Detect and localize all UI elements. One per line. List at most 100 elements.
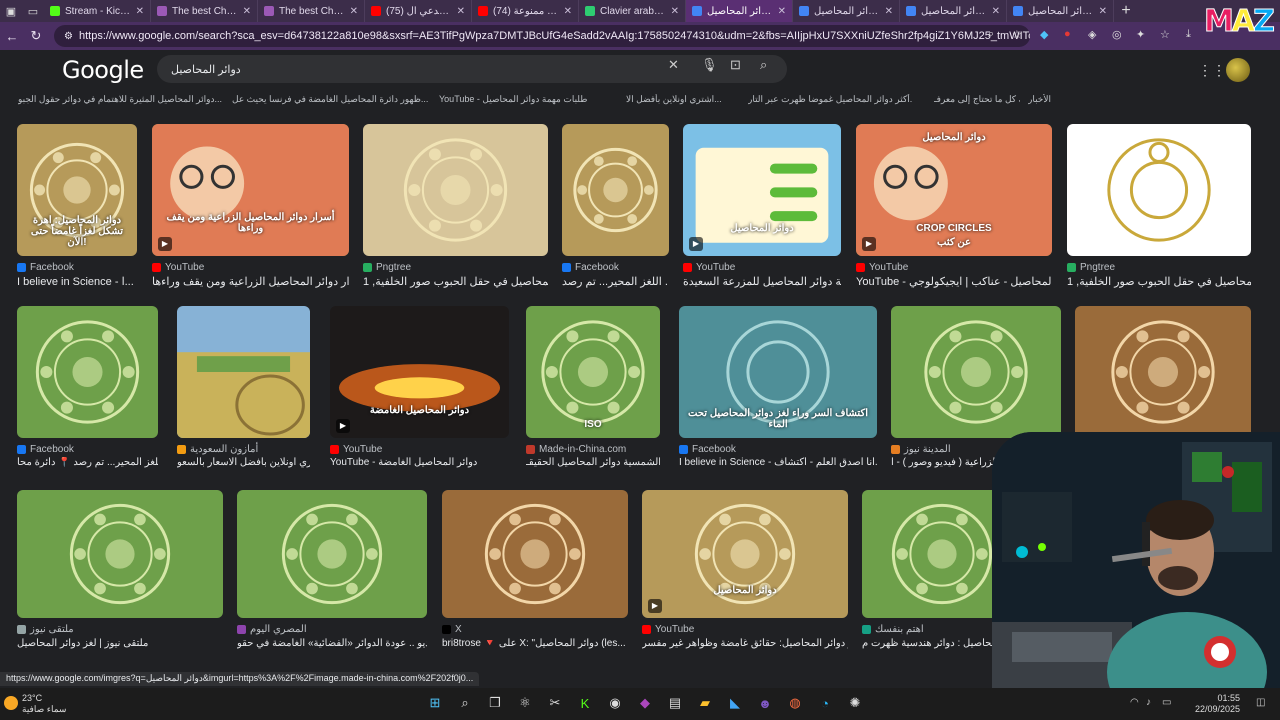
app-icon[interactable]: ◣ [724,692,746,714]
notes-icon[interactable]: ▤ [664,692,686,714]
browser-tab[interactable]: The best ChatBot ✕ [258,0,365,22]
search-input[interactable]: دوائر المحاصيل [157,55,787,83]
search-lens-icon[interactable]: ⌕ [988,28,994,41]
result-source[interactable]: YouTube [642,624,694,635]
result-caption[interactable]: I believe in Science - ا... [17,275,137,288]
image-result-card[interactable]: أمازون السعودية اشتري اونلاين بأفضل الاسع… [177,306,310,471]
app-icon[interactable]: ◆ [634,692,656,714]
result-source[interactable]: YouTube [152,262,204,273]
result-caption[interactable]: I believe in Science - أنا أصدق العلم - … [679,457,877,468]
task-view-icon[interactable]: ❐ [484,692,506,714]
kick-icon[interactable]: K [574,692,596,714]
result-source[interactable]: Pngtree [363,262,411,273]
image-result-card[interactable]: ISO Made-in-China.com مدفوعة بالطاقة الشمس… [526,306,660,471]
image-result-card[interactable]: دوائر المحاصيل الغامضة ▶ YouTube YouTube - … [330,306,509,471]
result-thumbnail[interactable] [442,490,628,618]
lens-icon[interactable]: ⊡ [730,57,741,73]
bookmarks-icon[interactable]: ☆ [1160,28,1170,41]
clear-icon[interactable]: ✕ [668,57,679,73]
image-result-card[interactable]: Pngtree دوائر المحاصيل في حقل الحبوب صور … [1067,124,1251,289]
image-result-card[interactable]: Facebook اللغز المحير... تم رصد 📍 دائرة م… [17,306,158,471]
browser-tab[interactable]: دوائر المحاصيل - h ✕ [793,0,900,22]
extension-icon[interactable]: ● [1064,28,1071,40]
image-result-card[interactable]: دوائر المحاصيل: اهرة تشكل لغزاً غامضاً ح… [17,124,137,289]
windows-start-icon[interactable]: ⊞ [424,692,446,714]
result-caption[interactable]: YouTube - دوائر المحاصيل الغامضة [330,457,509,468]
result-caption[interactable]: YouTube - طلبات مهمة دوائر المحاصيل [439,94,614,105]
result-source[interactable]: أمازون السعودية [177,444,258,455]
result-caption[interactable]: bri8trose 🔻 على X: "دوائر المحاصيل (les.… [442,638,628,649]
chatgpt-icon[interactable]: ✺ [844,692,866,714]
close-tab-icon[interactable]: ✕ [1099,6,1107,17]
close-tab-icon[interactable]: ✕ [457,6,465,17]
new-tab-button[interactable]: + [1114,2,1138,20]
obs-icon[interactable]: ◉ [604,692,626,714]
result-source[interactable]: المدينة نيوز [891,444,951,455]
image-result-card[interactable]: أسرار دوائر المحاصيل الزراعية ومن يقف ور… [152,124,349,289]
result-source[interactable]: Facebook [17,444,74,455]
address-bar[interactable]: ⚙ https://www.google.com/search?sca_esv=… [54,25,1030,47]
result-caption[interactable]: اشتري اونلاين بأفضل الا... [626,94,736,105]
result-source[interactable]: Pngtree [1067,262,1115,273]
result-caption[interactable]: ظهور دائرة المحاصيل الغامضة في فرنسا يحي… [232,94,430,105]
result-caption[interactable]: اللغز المحير... تم رصد 📍 دائرة محا... [17,457,158,468]
clock[interactable]: 01:55 22/09/2025 [1195,693,1240,715]
browser-tab[interactable]: دوائر المحاصيل - h ✕ [900,0,1007,22]
extension-icon[interactable]: ◆ [1040,28,1048,41]
extension-icon[interactable]: ◈ [1088,28,1096,41]
folder-icon[interactable]: ▰ [694,692,716,714]
result-caption[interactable]: اللغز المحير... تم رصد ... [562,275,669,288]
close-tab-icon[interactable]: ✕ [564,6,572,17]
result-thumbnail[interactable]: دوائر المحاصيل الغامضة ▶ [330,306,509,438]
result-caption[interactable]: ملتقى نيوز | لغز دوائر المحاصيل [17,638,223,649]
notifications-icon[interactable]: ◫ [1256,697,1265,708]
result-thumbnail[interactable]: دوائر المحاصيل: اهرة تشكل لغزاً غامضاً ح… [17,124,137,256]
result-source[interactable]: Made-in-China.com [526,444,626,455]
result-thumbnail[interactable] [237,490,427,618]
result-source[interactable]: YouTube [856,262,908,273]
edge-icon[interactable]: ◔ [814,692,836,714]
bookmark-star-icon[interactable]: ☆ [1012,28,1022,41]
result-thumbnail[interactable] [17,490,223,618]
microphone-icon[interactable]: 🎙 [701,57,718,73]
image-result-card[interactable]: CROP CIRCLES دوائر المحاصيل عن كثب ▶ YouTube… [856,124,1052,289]
result-caption[interactable]: بالفيديو .. عودة الدوائر «الفضائية» الغا… [237,638,427,649]
volume-icon[interactable]: ♪ [1146,697,1151,708]
result-caption[interactable]: مدفوعة بالطاقة الشمسية دوائر المحاصيل ال… [526,457,660,468]
result-thumbnail[interactable] [562,124,669,256]
result-source[interactable]: Facebook [562,262,619,273]
result-thumbnail[interactable] [891,306,1061,438]
image-result-card[interactable]: دوائر المحاصيل ▶ YouTube مهمة دوائر المحاصي… [683,124,841,289]
weather-widget[interactable]: 23°C سماء صافية [22,693,66,715]
result-source[interactable]: X [442,624,462,635]
result-caption[interactable]: ألغاز دوائر المحاصيل: حقائق غامضة وظواهر… [642,638,848,649]
result-source[interactable]: ملتقى نيوز [17,624,74,635]
browser-tab[interactable]: دوائر المحاصيل - h ✕ [1007,0,1114,22]
image-result-card[interactable]: Pngtree دوائر المحاصيل في حقل الحبوب صور … [363,124,548,289]
result-caption[interactable]: الأخبار [1028,94,1108,105]
result-caption[interactable]: إليك كل ما تحتاج إلى معرفـ... [934,94,1020,105]
result-thumbnail[interactable] [1067,124,1251,256]
result-caption[interactable]: أسرار دوائر المحاصيل الزراعية ومن يقف ور… [152,275,349,288]
image-result-card[interactable]: المصري اليوم بالفيديو .. عودة الدوائر «ال… [237,490,427,652]
close-tab-icon[interactable]: ✕ [885,6,893,17]
result-thumbnail[interactable]: اكتشاف السر وراء لغز دوائر المحاصيل تحت … [679,306,877,438]
capcut-icon[interactable]: ✂ [544,692,566,714]
wifi-icon[interactable]: ◠ [1130,697,1139,708]
browser-tab[interactable]: The best ChatBot ✕ [151,0,258,22]
result-thumbnail[interactable]: CROP CIRCLES دوائر المحاصيل عن كثب ▶ [856,124,1052,256]
battery-icon[interactable]: ▭ [1162,697,1171,708]
app-icon[interactable]: ◍ [784,692,806,714]
close-tab-icon[interactable]: ✕ [671,6,679,17]
close-tab-icon[interactable]: ✕ [992,6,1000,17]
result-thumbnail[interactable] [1075,306,1251,438]
image-result-card[interactable]: دوائر المحاصيل ▶ YouTube ألغاز دوائر المحاص… [642,490,848,652]
result-thumbnail[interactable]: أسرار دوائر المحاصيل الزراعية ومن يقف ور… [152,124,349,256]
result-thumbnail[interactable] [177,306,310,438]
result-caption[interactable]: YouTube - دوائر المحاصيل - عناكب | ايجيك… [856,275,1052,288]
result-source[interactable]: اهتم بنفسك [862,624,924,635]
close-tab-icon[interactable]: ✕ [243,6,251,17]
network-app-icon[interactable]: ⚛ [514,692,536,714]
close-tab-icon[interactable]: ✕ [778,6,786,17]
result-source[interactable]: المصري اليوم [237,624,307,635]
